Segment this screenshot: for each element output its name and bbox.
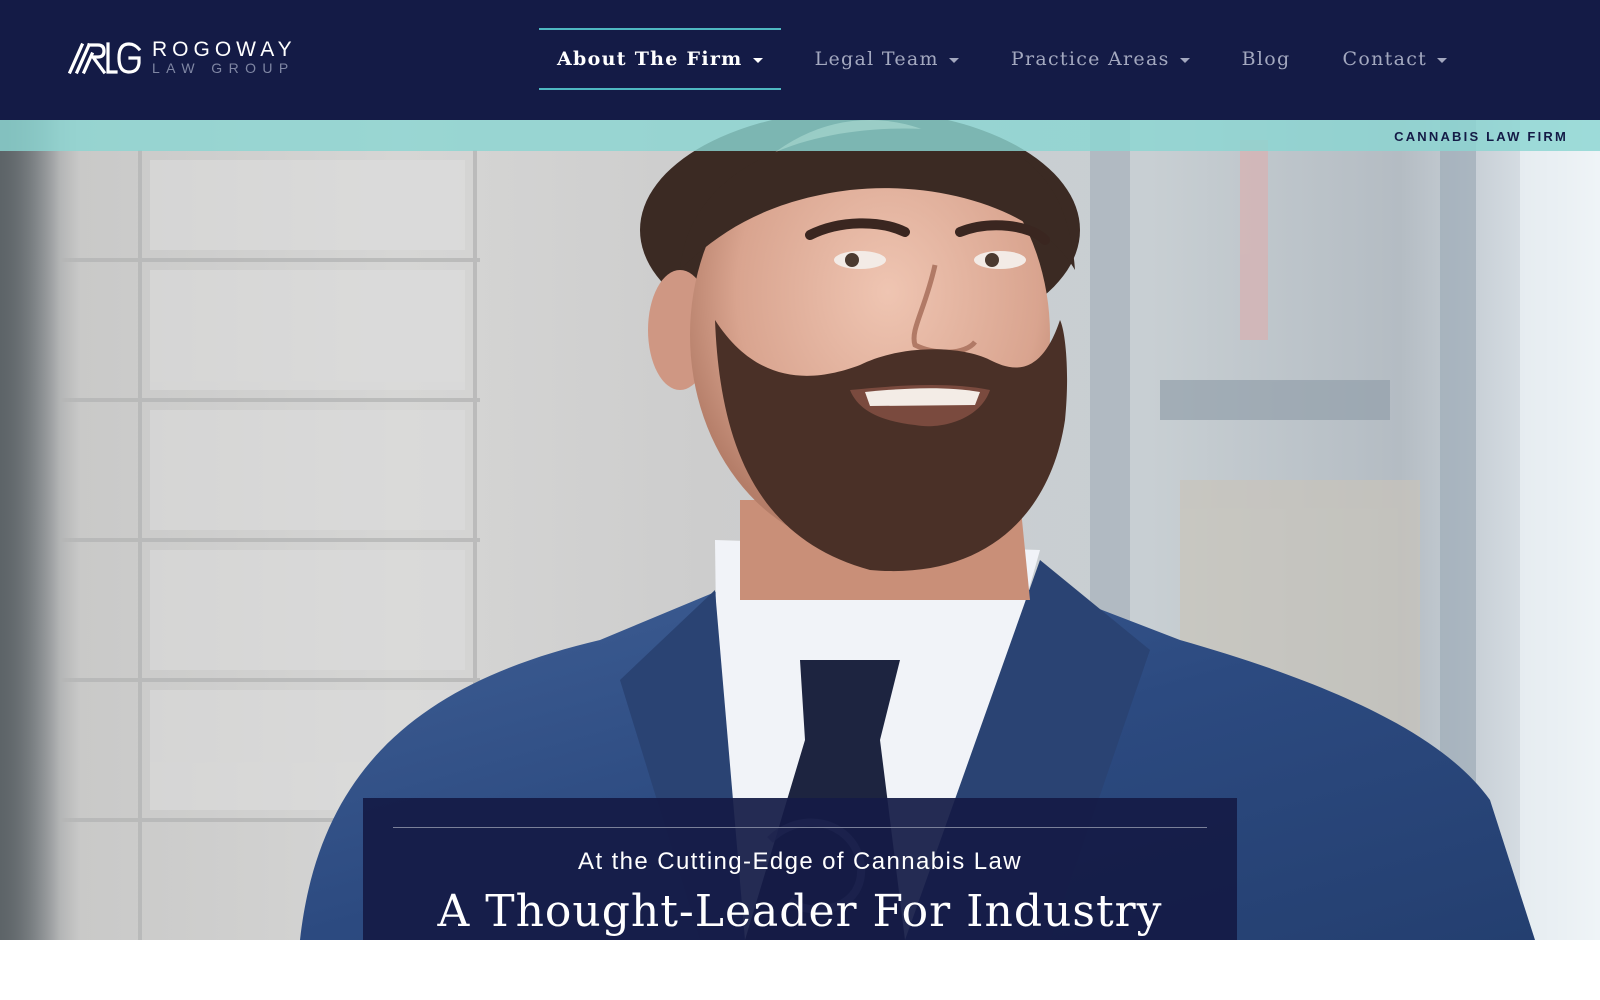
nav-item-label: Legal Team [814, 48, 939, 70]
site-header: ROGOWAY LAW GROUP About The Firm Legal T… [0, 0, 1600, 120]
logo-text: ROGOWAY LAW GROUP [152, 39, 297, 75]
chevron-down-icon [752, 57, 763, 63]
hero-subheading: At the Cutting-Edge of Cannabis Law [578, 848, 1022, 875]
logo-subtitle: LAW GROUP [152, 60, 295, 76]
main-nav: About The Firm Legal Team Practice Areas… [539, 28, 1465, 90]
caption-divider [393, 827, 1207, 828]
chevron-down-icon [948, 57, 959, 63]
nav-item-about-the-firm[interactable]: About The Firm [539, 28, 781, 90]
site-logo[interactable]: ROGOWAY LAW GROUP [68, 38, 297, 76]
hero-caption: At the Cutting-Edge of Cannabis Law A Th… [363, 798, 1237, 940]
nav-item-practice-areas[interactable]: Practice Areas [993, 28, 1208, 90]
nav-item-blog[interactable]: Blog [1224, 28, 1309, 90]
practice-ribbon: CANNABIS LAW FIRM [0, 120, 1600, 151]
nav-item-label: Practice Areas [1010, 48, 1170, 70]
nav-item-label: Blog [1241, 48, 1291, 70]
hero-heading: A Thought-Leader For Industry [437, 886, 1163, 937]
nav-item-label: About The Firm [557, 48, 743, 70]
chevron-down-icon [1179, 57, 1190, 63]
logo-name: ROGOWAY [152, 38, 297, 61]
ribbon-label: CANNABIS LAW FIRM [1394, 129, 1568, 144]
nav-item-contact[interactable]: Contact [1325, 28, 1466, 90]
hero-banner: At the Cutting-Edge of Cannabis Law A Th… [0, 120, 1600, 940]
nav-item-legal-team[interactable]: Legal Team [797, 28, 977, 90]
nav-item-label: Contact [1342, 48, 1428, 70]
rlg-monogram-icon [68, 42, 142, 75]
chevron-down-icon [1437, 57, 1448, 63]
